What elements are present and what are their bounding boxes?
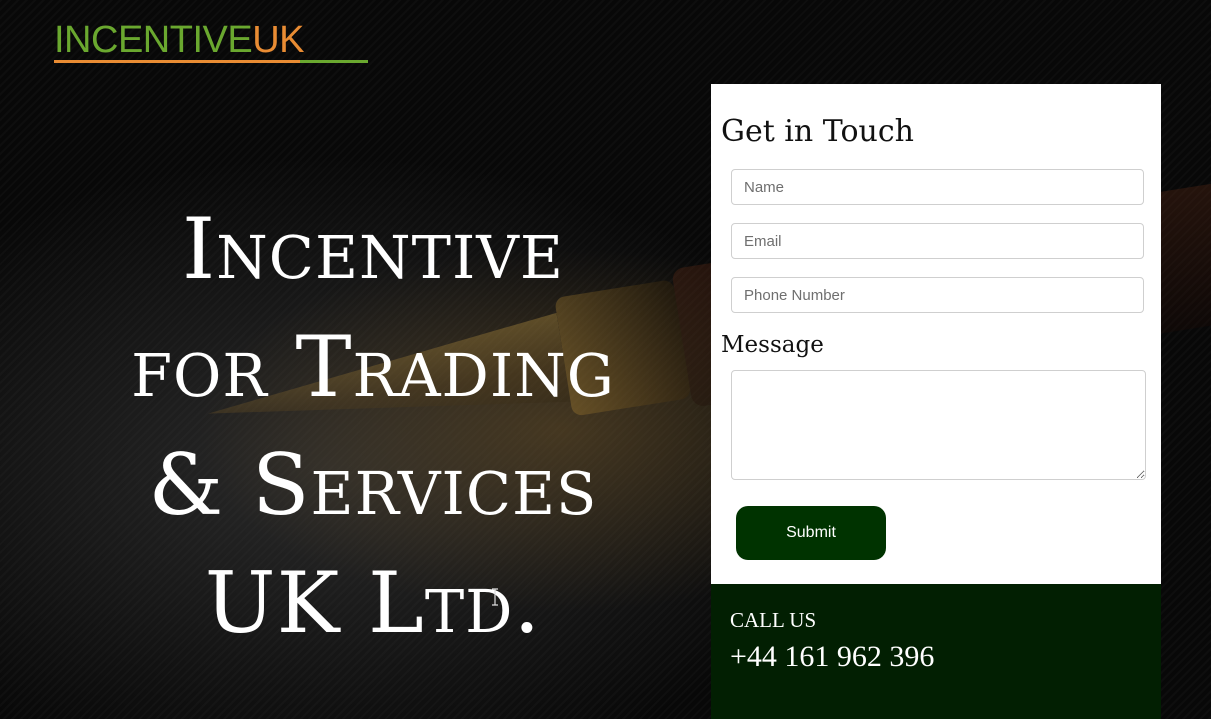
- phone-number-link[interactable]: +44 161 962 396: [730, 640, 934, 674]
- text-cursor-icon: [492, 588, 498, 606]
- message-textarea[interactable]: [731, 370, 1146, 480]
- logo-word-incentive: INCENTIVE: [54, 19, 253, 61]
- call-us-label: CALL US: [730, 608, 817, 632]
- hero-title-line-2: for Trading: [131, 318, 615, 416]
- logo-underline-green: [300, 60, 368, 63]
- site-logo[interactable]: INCENTIVEUK: [54, 20, 370, 64]
- hero-title-line-1: Incentive: [182, 200, 564, 298]
- hero-title: Incentive for Trading & Services UK Ltd.: [40, 190, 706, 662]
- email-input[interactable]: [731, 223, 1144, 259]
- call-us-panel: CALL US +44 161 962 396: [711, 584, 1161, 719]
- contact-form: Get in Touch Message Submit: [711, 84, 1161, 584]
- logo-word-uk: UK: [252, 19, 304, 61]
- hero-title-line-3: & Services: [148, 436, 598, 534]
- message-label: Message: [721, 332, 824, 358]
- submit-button[interactable]: Submit: [736, 506, 886, 560]
- name-input[interactable]: [731, 169, 1144, 205]
- form-heading: Get in Touch: [721, 114, 914, 149]
- logo-text: INCENTIVEUK: [54, 20, 370, 60]
- logo-underline-orange: [54, 60, 300, 63]
- phone-input[interactable]: [731, 277, 1144, 313]
